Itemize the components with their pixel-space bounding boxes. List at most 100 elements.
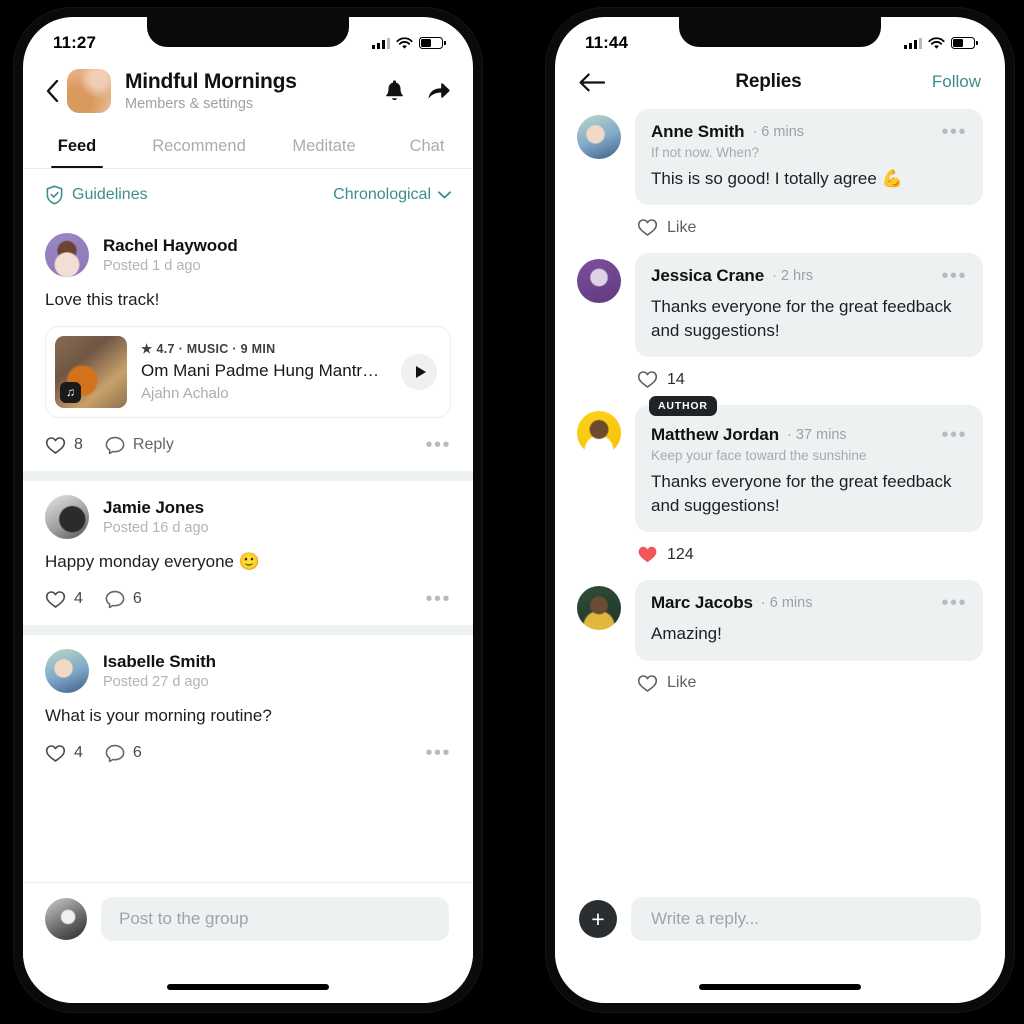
reply-meta-line: Jessica Crane · 2 hrs ••• xyxy=(651,266,967,286)
follow-button[interactable]: Follow xyxy=(932,72,981,92)
post-item[interactable]: Jamie Jones Posted 16 d ago Happy monday… xyxy=(23,480,473,625)
track-kicker-text: 4.7 · MUSIC · 9 MIN xyxy=(156,341,276,356)
avatar[interactable] xyxy=(577,115,621,159)
post-divider xyxy=(23,624,473,635)
share-arrow-icon[interactable] xyxy=(427,81,451,101)
group-avatar[interactable] xyxy=(67,69,111,113)
post-divider xyxy=(23,470,473,481)
reply-body: This is so good! I totally agree 💪 xyxy=(651,169,903,188)
sort-selector[interactable]: Chronological xyxy=(333,186,451,204)
like-button-label[interactable]: Like xyxy=(667,219,696,237)
reply-button[interactable]: 6 xyxy=(105,744,142,763)
reply-input[interactable]: Write a reply... xyxy=(631,897,981,941)
comment-icon xyxy=(105,590,125,609)
more-dots-icon[interactable]: ••• xyxy=(425,743,451,763)
reply-item[interactable]: Jessica Crane · 2 hrs ••• Thanks everyon… xyxy=(555,253,1005,405)
avatar[interactable] xyxy=(577,259,621,304)
reply-column: Marc Jacobs · 6 mins ••• Amazing! Like xyxy=(635,580,983,692)
play-button[interactable] xyxy=(401,353,437,390)
track-title: Om Mani Padme Hung Mantra Of ... xyxy=(141,361,387,381)
more-dots-icon[interactable]: ••• xyxy=(941,593,967,613)
track-card[interactable]: ♫ ★ 4.7 · MUSIC · 9 MIN Om Mani Padme Hu… xyxy=(45,325,451,418)
reply-timestamp: · 6 mins xyxy=(760,595,813,612)
post-author-name: Isabelle Smith xyxy=(103,651,216,671)
members-settings-link[interactable]: Members & settings xyxy=(125,96,374,112)
heart-outline-icon[interactable] xyxy=(637,370,658,389)
post-input[interactable]: Post to the group xyxy=(101,897,449,941)
more-dots-icon[interactable]: ••• xyxy=(425,435,451,455)
tab-feed[interactable]: Feed xyxy=(23,129,131,168)
back-button[interactable] xyxy=(37,80,67,102)
heart-outline-icon[interactable] xyxy=(637,218,658,237)
back-button[interactable] xyxy=(579,73,605,92)
wifi-icon xyxy=(928,36,945,50)
feed-scroll-area[interactable]: Guidelines Chronological Rachel Haywood … xyxy=(23,169,473,882)
reply-button[interactable]: Reply xyxy=(105,436,174,455)
heart-outline-icon[interactable] xyxy=(637,674,658,693)
plus-icon[interactable]: + xyxy=(579,900,617,938)
more-dots-icon[interactable]: ••• xyxy=(941,425,967,445)
avatar[interactable] xyxy=(45,898,87,940)
wifi-icon xyxy=(396,36,413,50)
guidelines-button[interactable]: Guidelines xyxy=(45,185,148,205)
like-count[interactable]: 14 xyxy=(667,371,685,389)
avatar[interactable] xyxy=(577,411,621,456)
avatar[interactable] xyxy=(45,233,89,277)
cellular-signal-icon xyxy=(372,37,390,49)
reply-actions: Like xyxy=(635,205,983,237)
home-indicator xyxy=(699,984,861,990)
like-count[interactable]: 124 xyxy=(667,546,694,564)
avatar[interactable] xyxy=(45,648,89,693)
reply-author-name: Marc Jacobs xyxy=(651,593,753,613)
like-button[interactable]: 8 xyxy=(45,436,83,455)
like-button[interactable]: 4 xyxy=(45,744,83,763)
reply-bubble: Jessica Crane · 2 hrs ••• Thanks everyon… xyxy=(635,253,983,358)
reply-author-name: Matthew Jordan xyxy=(651,425,780,445)
replies-scroll-area[interactable]: Anne Smith · 6 mins ••• If not now. When… xyxy=(555,109,1005,887)
comment-icon xyxy=(105,744,125,763)
shield-check-icon xyxy=(45,185,64,205)
reply-button[interactable]: 6 xyxy=(105,590,142,609)
like-button[interactable]: 4 xyxy=(45,590,83,609)
post-item[interactable]: Isabelle Smith Posted 27 d ago What is y… xyxy=(23,634,473,779)
reply-item[interactable]: Marc Jacobs · 6 mins ••• Amazing! Like xyxy=(555,580,1005,708)
heart-outline-icon xyxy=(45,744,66,763)
like-button-label[interactable]: Like xyxy=(667,674,696,692)
track-info: ★ 4.7 · MUSIC · 9 MIN Om Mani Padme Hung… xyxy=(141,341,387,403)
reply-item[interactable]: AUTHOR Matthew Jordan · 37 mins ••• Keep… xyxy=(555,396,1005,580)
bell-icon[interactable] xyxy=(384,79,405,103)
reply-tagline: Keep your face toward the sunshine xyxy=(651,448,867,464)
reply-label: Reply xyxy=(132,436,174,454)
status-icons xyxy=(372,36,446,50)
bottom-safe-area xyxy=(23,941,473,1003)
battery-icon xyxy=(419,37,446,49)
reply-meta-line: Anne Smith · 6 mins ••• xyxy=(651,122,967,142)
heart-filled-icon[interactable] xyxy=(637,545,658,564)
reply-timestamp: · 2 hrs xyxy=(772,268,814,285)
reply-actions: Like xyxy=(635,661,983,693)
more-dots-icon[interactable]: ••• xyxy=(941,266,967,286)
more-dots-icon[interactable]: ••• xyxy=(425,589,451,609)
home-indicator xyxy=(167,984,329,990)
screen-replies: 11:44 Replies Follow Anne Smith · 6 mins… xyxy=(555,17,1005,1003)
heart-outline-icon xyxy=(45,436,66,455)
feed-tabs: Feed Recommend Meditate Chat xyxy=(23,125,473,169)
tab-meditate[interactable]: Meditate xyxy=(267,129,381,168)
post-composer[interactable]: Post to the group xyxy=(23,882,473,941)
tab-chat[interactable]: Chat xyxy=(381,129,473,168)
cellular-signal-icon xyxy=(904,37,922,49)
tab-recommend[interactable]: Recommend xyxy=(131,129,267,168)
reply-composer[interactable]: + Write a reply... xyxy=(555,887,1005,941)
avatar[interactable] xyxy=(45,494,89,539)
reply-item[interactable]: Anne Smith · 6 mins ••• If not now. When… xyxy=(555,109,1005,253)
more-dots-icon[interactable]: ••• xyxy=(941,122,967,142)
post-actions: 4 6 ••• xyxy=(45,742,451,767)
reply-body: Thanks everyone for the great feedback a… xyxy=(651,297,952,340)
post-author-block: Isabelle Smith Posted 27 d ago xyxy=(103,652,216,690)
avatar[interactable] xyxy=(577,586,621,631)
feed-subbar: Guidelines Chronological xyxy=(23,169,473,219)
post-item[interactable]: Rachel Haywood Posted 1 d ago Love this … xyxy=(23,219,473,471)
post-author-block: Rachel Haywood Posted 1 d ago xyxy=(103,236,238,274)
screen-group-feed: 11:27 Mindful Mornings Members & setting… xyxy=(23,17,473,1003)
reply-bubble: Anne Smith · 6 mins ••• If not now. When… xyxy=(635,109,983,206)
